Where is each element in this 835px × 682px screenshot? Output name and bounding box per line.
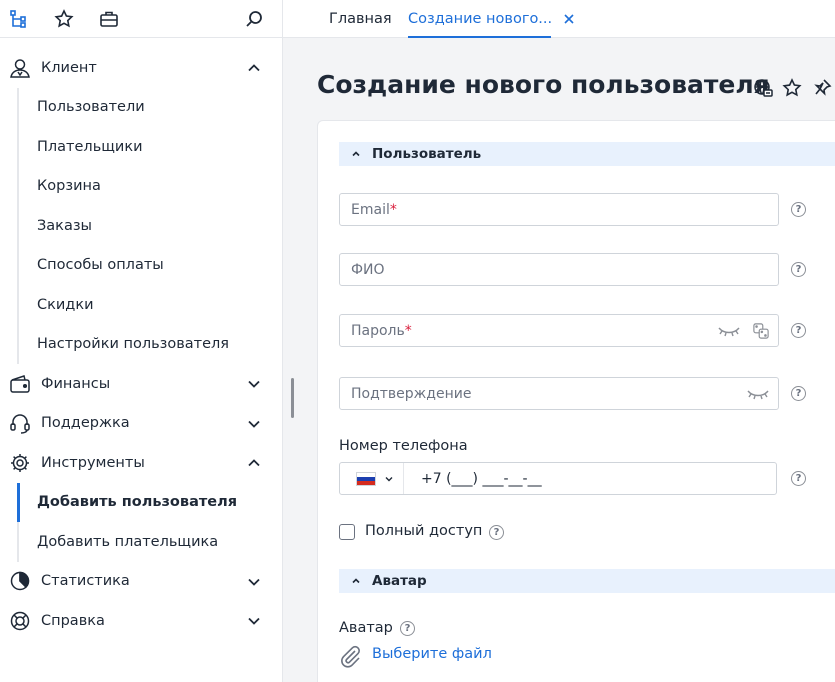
chevron-up-icon bbox=[352, 151, 360, 157]
help-icon[interactable]: ? bbox=[791, 323, 806, 338]
chevron-up-icon bbox=[352, 578, 360, 584]
page-title: Создание нового пользователя bbox=[317, 70, 770, 99]
generate-password-icon[interactable] bbox=[750, 321, 772, 341]
search-icon[interactable] bbox=[242, 7, 266, 31]
pie-chart-icon bbox=[8, 569, 32, 593]
chevron-down-icon bbox=[385, 476, 393, 481]
tab-create-user[interactable]: Создание нового... bbox=[408, 0, 552, 38]
sidebar-group-label: Поддержка bbox=[41, 415, 130, 432]
chevron-up-icon bbox=[248, 64, 260, 72]
eye-closed-icon[interactable] bbox=[747, 384, 769, 404]
help-icon[interactable]: ? bbox=[791, 386, 806, 401]
help-icon[interactable]: ? bbox=[791, 202, 806, 217]
sidebar-group-finance[interactable]: Финансы bbox=[0, 364, 283, 404]
email-field[interactable]: Email * bbox=[339, 193, 779, 226]
sidebar-group-client[interactable]: Клиент bbox=[0, 48, 283, 88]
globe-icon[interactable] bbox=[751, 76, 775, 100]
sidebar: Клиент Пользователи Плательщики Корзина … bbox=[0, 0, 283, 682]
help-icon[interactable]: ? bbox=[400, 621, 415, 636]
sidebar-toolbar bbox=[0, 0, 283, 38]
gear-icon bbox=[8, 451, 32, 475]
paperclip-icon bbox=[341, 645, 360, 668]
sidebar-resize-handle[interactable] bbox=[291, 378, 294, 418]
required-mark: * bbox=[389, 201, 397, 218]
headset-icon bbox=[8, 411, 32, 435]
help-icon[interactable]: ? bbox=[791, 262, 806, 277]
sidebar-nav: Клиент Пользователи Плательщики Корзина … bbox=[0, 48, 283, 641]
user-icon bbox=[8, 56, 32, 80]
favorite-star-icon[interactable] bbox=[780, 76, 804, 100]
sidebar-item-add-user[interactable]: Добавить пользователя bbox=[17, 482, 283, 523]
star-icon[interactable] bbox=[52, 7, 76, 31]
sidebar-item-payers[interactable]: Плательщики bbox=[19, 127, 283, 167]
chevron-down-icon bbox=[248, 617, 260, 625]
chevron-down-icon bbox=[248, 420, 260, 428]
sidebar-group-statistics[interactable]: Статистика bbox=[0, 562, 283, 602]
sidebar-item-user-settings[interactable]: Настройки пользователя bbox=[19, 325, 283, 365]
required-mark: * bbox=[404, 322, 412, 339]
password-confirm-field[interactable]: Подтверждение bbox=[339, 377, 779, 410]
full-access-checkbox[interactable] bbox=[339, 524, 355, 540]
chevron-down-icon bbox=[248, 578, 260, 586]
section-avatar-header[interactable]: Аватар bbox=[339, 569, 835, 593]
sidebar-item-add-payer[interactable]: Добавить плательщика bbox=[19, 522, 283, 562]
sidebar-group-label: Финансы bbox=[41, 375, 111, 392]
lifebuoy-icon bbox=[8, 609, 32, 633]
password-field[interactable]: Пароль * bbox=[339, 314, 779, 347]
tab-bar: Главная Создание нового... bbox=[283, 0, 835, 38]
wallet-icon bbox=[8, 372, 32, 396]
sidebar-item-payment-methods[interactable]: Способы оплаты bbox=[19, 246, 283, 286]
section-avatar-title: Аватар bbox=[372, 573, 427, 589]
sidebar-group-support[interactable]: Поддержка bbox=[0, 404, 283, 444]
eye-closed-icon[interactable] bbox=[718, 321, 740, 341]
phone-input[interactable] bbox=[410, 467, 770, 490]
fio-placeholder: ФИО bbox=[351, 261, 385, 278]
full-access-label[interactable]: Полный доступ bbox=[365, 523, 482, 539]
section-user-header[interactable]: Пользователь bbox=[339, 142, 835, 166]
choose-file-link[interactable]: Выберите файл bbox=[372, 646, 492, 662]
sidebar-item-orders[interactable]: Заказы bbox=[19, 206, 283, 246]
section-user-title: Пользователь bbox=[372, 146, 482, 162]
confirm-placeholder: Подтверждение bbox=[351, 385, 472, 402]
chevron-down-icon bbox=[248, 380, 260, 388]
help-icon[interactable]: ? bbox=[791, 471, 806, 486]
country-select[interactable] bbox=[340, 463, 404, 494]
password-placeholder: Пароль bbox=[351, 322, 405, 339]
sidebar-sub-tools: Добавить пользователя Добавить плательщи… bbox=[17, 482, 283, 562]
briefcase-icon[interactable] bbox=[97, 7, 121, 31]
sidebar-group-label: Статистика bbox=[41, 573, 130, 590]
sidebar-item-discounts[interactable]: Скидки bbox=[19, 285, 283, 325]
tab-home[interactable]: Главная bbox=[329, 0, 392, 38]
chevron-up-icon bbox=[248, 459, 260, 467]
phone-label: Номер телефона bbox=[339, 438, 468, 454]
close-icon[interactable] bbox=[559, 9, 579, 29]
sidebar-item-cart[interactable]: Корзина bbox=[19, 167, 283, 207]
sitemap-icon[interactable] bbox=[7, 7, 31, 31]
fio-field[interactable]: ФИО bbox=[339, 253, 779, 286]
email-placeholder: Email bbox=[351, 201, 390, 218]
sidebar-group-help[interactable]: Справка bbox=[0, 601, 283, 641]
sidebar-group-label: Справка bbox=[41, 612, 105, 629]
help-icon[interactable]: ? bbox=[489, 525, 504, 540]
sidebar-group-tools[interactable]: Инструменты bbox=[0, 443, 283, 483]
sidebar-group-label: Клиент bbox=[41, 59, 97, 76]
sidebar-sub-client: Пользователи Плательщики Корзина Заказы … bbox=[17, 87, 283, 365]
sidebar-item-users[interactable]: Пользователи bbox=[19, 88, 283, 128]
phone-field bbox=[339, 462, 777, 495]
russia-flag-icon bbox=[356, 471, 376, 486]
avatar-label: Аватар bbox=[339, 620, 393, 636]
pin-icon[interactable] bbox=[810, 76, 834, 100]
sidebar-group-label: Инструменты bbox=[41, 454, 145, 471]
